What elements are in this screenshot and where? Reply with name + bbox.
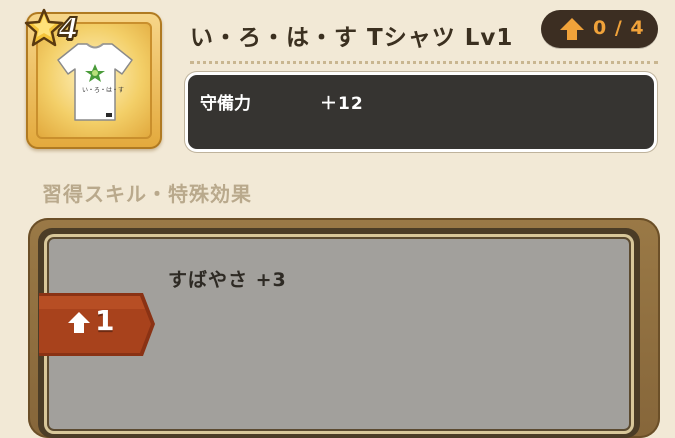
tshirt-icon: い・ろ・は・す <box>57 43 133 121</box>
section-title: 習得スキル・特殊効果 <box>42 182 252 206</box>
rarity-level: 4 <box>57 11 80 48</box>
upgrade-count: 0 / 4 <box>593 17 645 39</box>
stat-value: ＋12 <box>320 94 364 114</box>
skill-unlock-level: 1 <box>95 304 115 337</box>
item-name: い・ろ・は・す Tシャツ Lv1 <box>190 25 514 51</box>
stat-box: 守備力 ＋12 <box>188 75 654 149</box>
item-icon-frame: い・ろ・は・す 4 <box>24 8 162 149</box>
shirt-logo-text: い・ろ・は・す <box>82 87 124 94</box>
upgrade-arrow-icon <box>560 18 584 40</box>
divider <box>190 61 658 64</box>
upgrade-counter: 0 / 4 <box>541 10 658 48</box>
upgrade-arrow-icon <box>68 312 90 333</box>
skill-text: すばやさ +3 <box>168 269 287 291</box>
skill-unlock-level-tag: 1 <box>39 291 156 358</box>
stat-label: 守備力 <box>200 94 251 114</box>
